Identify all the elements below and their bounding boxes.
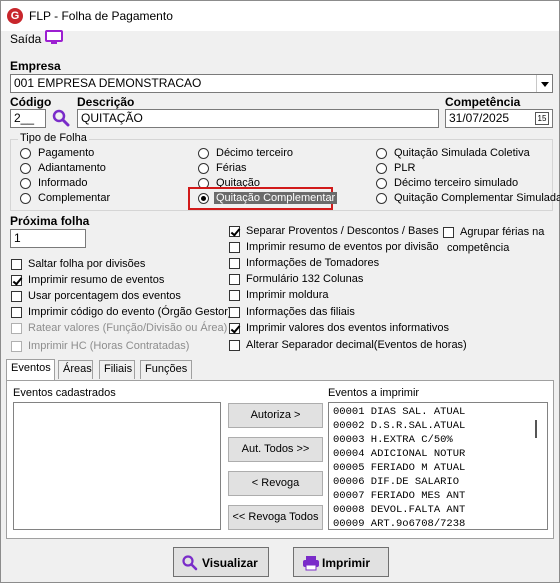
eventos-imprimir-list[interactable]: 00001 DIAS SAL. ATUAL 00002 D.S.R.SAL.AT… [328,402,548,530]
tab-filiais[interactable]: Filiais [99,360,135,379]
title-bar: G FLP - Folha de Pagamento [1,1,559,31]
empresa-combo[interactable]: 001 EMPRESA DEMONSTRACAO [10,74,553,93]
eventos-imprimir-label: Eventos a imprimir [328,387,420,399]
search-icon[interactable] [52,109,70,127]
competencia-label: Competência [445,95,521,109]
eventos-panel: Eventos cadastrados Autoriza > Aut. Todo… [6,380,554,539]
window-title: FLP - Folha de Pagamento [29,9,173,23]
proxima-folha-input[interactable]: 1 [10,229,86,248]
tab-areas[interactable]: Áreas [58,360,93,379]
descricao-label: Descrição [77,95,135,109]
agrupar-label-line2: competência [447,242,510,254]
eventos-cadastrados-list[interactable] [13,402,221,530]
monitor-icon[interactable] [45,30,63,46]
competencia-value: 31/07/2025 [449,111,510,125]
list-item[interactable]: 00001 DIAS SAL. ATUAL [333,405,465,419]
list-item[interactable]: 00003 H.EXTRA C/50% [333,433,465,447]
magnifier-icon [182,555,198,571]
revoga-button[interactable]: < Revoga [228,471,323,496]
codigo-input[interactable]: 2__ [10,109,46,128]
codigo-label: Código [10,95,52,109]
empresa-label: Empresa [10,59,61,73]
menu-bar: Saída [1,30,559,53]
descricao-input[interactable]: QUITAÇÃO [77,109,439,128]
list-item[interactable]: 00008 DEVOL.FALTA ANT [333,503,465,517]
autoriza-button[interactable]: Autoriza > [228,403,323,428]
revoga-todos-button[interactable]: << Revoga Todos [228,505,323,530]
list-item[interactable]: 00004 ADICIONAL NOTUR [333,447,465,461]
competencia-input[interactable]: 31/07/2025 15 [445,109,553,128]
tab-eventos[interactable]: Eventos [6,359,55,380]
proxima-folha-label: Próxima folha [10,214,90,228]
calendar-icon[interactable]: 15 [535,112,549,125]
app-logo-icon: G [7,8,23,24]
list-item[interactable]: 00005 FERIADO M ATUAL [333,461,465,475]
tipo-folha-title: Tipo de Folha [18,132,89,144]
menu-saida[interactable]: Saída [10,32,41,46]
chevron-down-icon[interactable] [536,75,552,92]
imprimir-button[interactable]: Imprimir [293,547,389,577]
scrollbar-thumb[interactable] [535,420,537,438]
eventos-cadastrados-label: Eventos cadastrados [13,387,116,399]
main-window: G FLP - Folha de Pagamento Saída Empresa… [0,0,560,583]
list-item[interactable]: 00007 FERIADO MES ANT [333,489,465,503]
list-item[interactable]: 00009 ART.9o6708/7238 [333,517,465,529]
aut-todos-button[interactable]: Aut. Todos >> [228,437,323,462]
tab-funcoes[interactable]: Funções [140,360,192,379]
empresa-value: 001 EMPRESA DEMONSTRACAO [14,76,202,90]
printer-icon [303,556,319,571]
visualizar-button[interactable]: Visualizar [173,547,269,577]
list-item[interactable]: 00002 D.S.R.SAL.ATUAL [333,419,465,433]
list-item[interactable]: 00006 DIF.DE SALARIO [333,475,465,489]
